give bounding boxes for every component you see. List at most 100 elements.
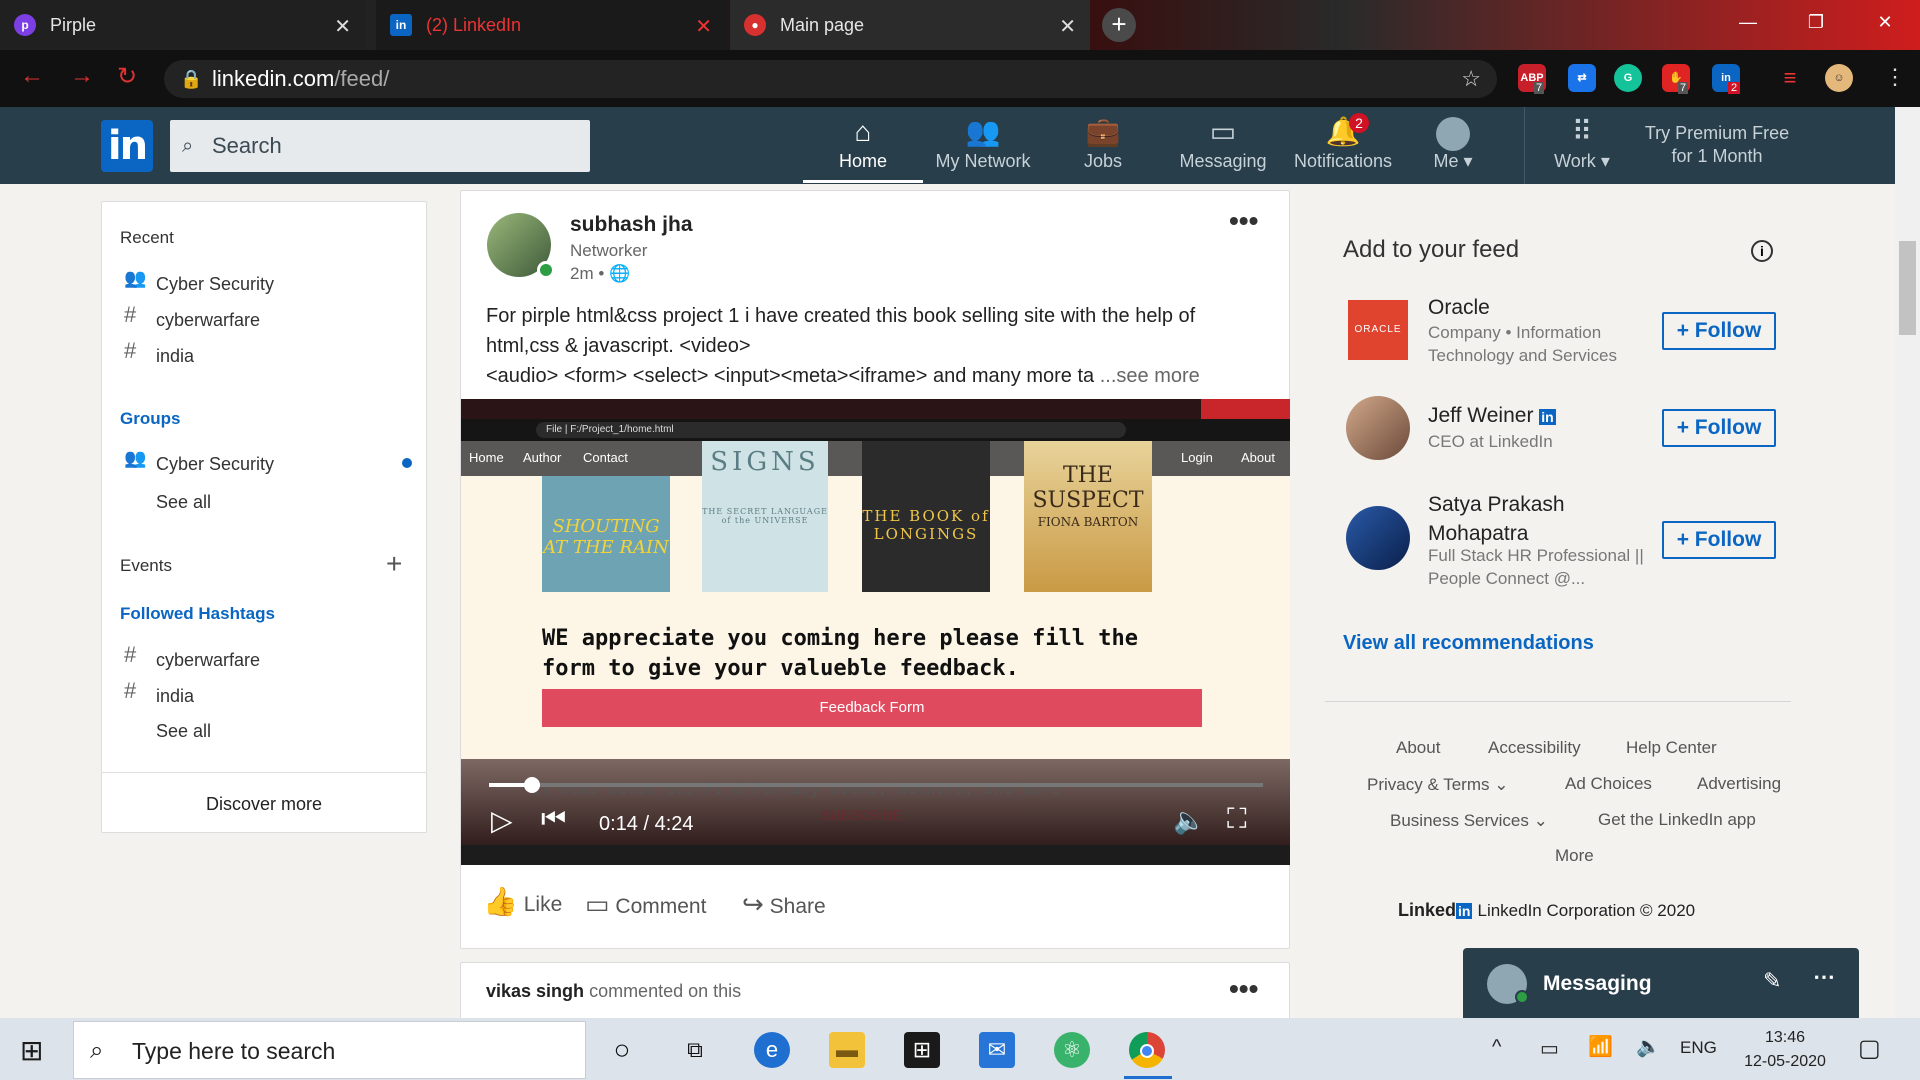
like-button[interactable]: 👍 Like — [483, 885, 562, 918]
battery-icon[interactable]: ▭ — [1540, 1036, 1559, 1061]
tab-pirple[interactable]: p Pirple ✕ — [0, 0, 365, 50]
footer-link[interactable]: Get the LinkedIn app — [1598, 810, 1756, 830]
more-options-icon[interactable]: ⋯ — [1813, 964, 1835, 990]
avatar[interactable] — [1346, 396, 1410, 460]
nav-notifications[interactable]: 🔔 Notifications 2 — [1283, 113, 1403, 183]
footer-link[interactable]: Privacy & Terms ⌄ — [1367, 775, 1508, 795]
store-icon[interactable]: ⊞ — [904, 1032, 940, 1068]
forward-icon[interactable]: → — [70, 62, 94, 90]
profile-avatar-icon[interactable]: ☺ — [1825, 64, 1853, 92]
close-tab-icon[interactable]: ✕ — [334, 14, 351, 39]
recommend-name[interactable]: Oracle — [1428, 296, 1490, 320]
follow-button[interactable]: + Follow — [1662, 312, 1776, 350]
previous-icon[interactable]: ⏮ — [541, 803, 566, 836]
more-options-icon[interactable]: ••• — [1229, 205, 1258, 237]
nav-home[interactable]: ⌂ Home — [803, 113, 923, 183]
recent-item[interactable]: india — [156, 346, 194, 367]
close-tab-icon[interactable]: ✕ — [695, 14, 712, 39]
groups-title[interactable]: Groups — [120, 409, 180, 429]
search-input[interactable]: ⌕ Search — [170, 120, 590, 172]
footer-link[interactable]: More — [1555, 846, 1594, 866]
footer-link[interactable]: Help Center — [1626, 738, 1717, 758]
tab-linkedin[interactable]: in (2) LinkedIn ✕ — [376, 0, 726, 50]
post-author[interactable]: subhash jha — [570, 213, 693, 237]
recommend-name[interactable]: Jeff Weiner in — [1428, 404, 1556, 428]
nav-my-network[interactable]: 👥 My Network — [923, 113, 1043, 183]
footer-link[interactable]: Advertising — [1697, 774, 1781, 794]
activity-author[interactable]: vikas singh — [486, 981, 584, 1001]
reload-icon[interactable]: ↻ — [117, 62, 137, 91]
avatar[interactable] — [1346, 506, 1410, 570]
hashtag-item[interactable]: india — [156, 686, 194, 707]
tab-main-page[interactable]: ● Main page ✕ — [730, 0, 1090, 50]
more-options-icon[interactable]: ••• — [1229, 973, 1258, 1005]
menu-icon[interactable]: ⋮ — [1884, 64, 1906, 90]
fullscreen-icon[interactable]: ⛶ — [1227, 803, 1247, 836]
premium-link[interactable]: Try Premium Free for 1 Month — [1632, 122, 1802, 168]
grammarly-icon[interactable]: G — [1614, 64, 1642, 92]
see-all-link[interactable]: See all — [156, 721, 211, 742]
follow-button[interactable]: + Follow — [1662, 409, 1776, 447]
add-event-icon[interactable]: + — [386, 548, 402, 580]
address-bar[interactable]: 🔒 linkedin.com/feed/ ☆ — [164, 60, 1497, 98]
maximize-button[interactable]: ❐ — [1793, 0, 1839, 44]
recommend-name[interactable]: Satya Prakash Mohapatra — [1428, 490, 1565, 548]
comment-button[interactable]: ▭ Comment — [585, 889, 706, 920]
scrollbar-thumb[interactable] — [1899, 241, 1916, 335]
oracle-logo[interactable]: ORACLE — [1348, 300, 1408, 360]
new-tab-button[interactable]: + — [1102, 8, 1136, 42]
play-icon[interactable]: ▷ — [491, 804, 513, 837]
view-all-recommendations-link[interactable]: View all recommendations — [1343, 632, 1594, 655]
minimize-button[interactable]: — — [1725, 0, 1771, 44]
messaging-widget[interactable]: Messaging ✎ ⋯ — [1463, 948, 1859, 1020]
star-icon[interactable]: ☆ — [1461, 60, 1481, 98]
video-scrubber[interactable] — [523, 777, 540, 793]
info-icon[interactable]: i — [1751, 240, 1773, 262]
discover-more-link[interactable]: Discover more — [102, 794, 426, 815]
see-more-link[interactable]: ...see more — [1100, 365, 1200, 387]
back-icon[interactable]: ← — [20, 62, 44, 90]
task-view-icon[interactable]: ⧉ — [677, 1032, 713, 1068]
nav-me[interactable]: Me ▾ — [1403, 113, 1503, 183]
language-indicator[interactable]: ENG — [1680, 1038, 1717, 1058]
wifi-icon[interactable]: 📶 — [1588, 1034, 1613, 1059]
footer-link[interactable]: Business Services ⌄ — [1390, 811, 1548, 831]
video-player[interactable]: File | F:/Project_1/home.html Home Autho… — [461, 399, 1290, 865]
volume-icon[interactable]: 🔈 — [1173, 805, 1205, 836]
recent-item[interactable]: cyberwarfare — [156, 310, 260, 331]
cortana-icon[interactable]: ○ — [604, 1032, 640, 1068]
nav-messaging[interactable]: ▭ Messaging — [1163, 113, 1283, 183]
file-explorer-icon[interactable]: ▬ — [829, 1032, 865, 1068]
events-title[interactable]: Events — [120, 556, 172, 576]
chevron-up-icon[interactable]: ^ — [1492, 1036, 1501, 1059]
atom-icon[interactable]: ⚛ — [1054, 1032, 1090, 1068]
linkedin-logo[interactable]: in — [101, 120, 153, 172]
mail-icon[interactable]: ✉ — [979, 1032, 1015, 1068]
edge-icon[interactable]: e — [754, 1032, 790, 1068]
clock[interactable]: 13:46 12-05-2020 — [1740, 1026, 1830, 1074]
chrome-icon[interactable] — [1129, 1032, 1165, 1068]
close-window-button[interactable]: ✕ — [1862, 0, 1908, 44]
group-item[interactable]: Cyber Security — [156, 454, 274, 475]
follow-button[interactable]: + Follow — [1662, 521, 1776, 559]
reading-list-icon[interactable]: ≡ — [1776, 64, 1804, 92]
recent-item[interactable]: Cyber Security — [156, 274, 274, 295]
compose-icon[interactable]: ✎ — [1763, 968, 1781, 994]
nav-work[interactable]: ⠿ Work ▾ — [1522, 113, 1642, 183]
footer-link[interactable]: About — [1396, 738, 1440, 758]
extension-icon[interactable]: ⇄ — [1568, 64, 1596, 92]
taskbar-search[interactable]: ⌕ Type here to search — [73, 1021, 586, 1079]
close-tab-icon[interactable]: ✕ — [1059, 14, 1076, 39]
notification-center-icon[interactable]: ▢ — [1858, 1034, 1881, 1063]
followed-hashtags-title[interactable]: Followed Hashtags — [120, 604, 275, 624]
windows-start-icon[interactable]: ⊞ — [20, 1034, 43, 1067]
hashtag-item[interactable]: cyberwarfare — [156, 650, 260, 671]
video-progress-track[interactable] — [489, 777, 1263, 793]
share-button[interactable]: ↪ Share — [742, 889, 826, 920]
footer-link[interactable]: Accessibility — [1488, 738, 1581, 758]
volume-icon[interactable]: 🔈 — [1636, 1034, 1661, 1059]
nav-jobs[interactable]: 💼 Jobs — [1043, 113, 1163, 183]
scrollbar[interactable] — [1895, 107, 1920, 1018]
footer-link[interactable]: Ad Choices — [1565, 774, 1652, 794]
see-all-link[interactable]: See all — [156, 492, 211, 513]
